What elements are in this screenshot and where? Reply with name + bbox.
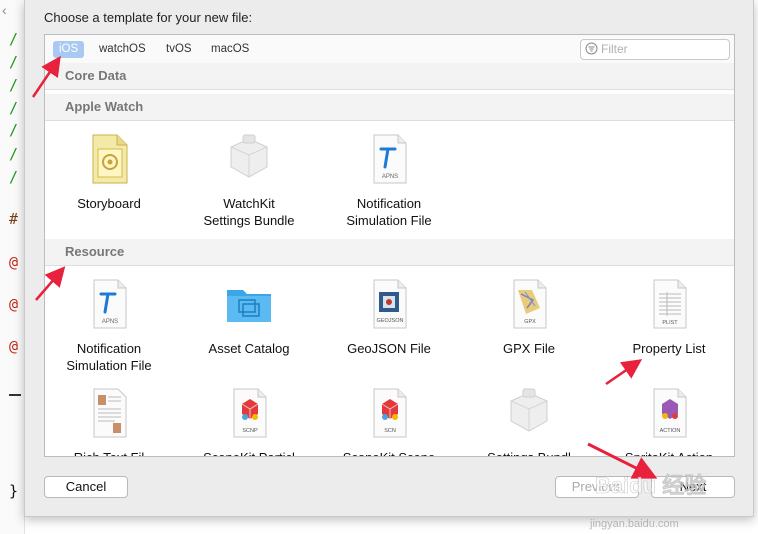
svg-text:SCN: SCN — [384, 428, 396, 434]
svg-text:PLIST: PLIST — [662, 320, 678, 326]
code-directive: @ — [9, 295, 19, 313]
template-label: Storyboard — [77, 196, 141, 211]
dialog-title: Choose a template for your new file: — [44, 10, 253, 25]
template-spritekit-action[interactable]: ACTION SpriteKit Action — [599, 387, 734, 456]
template-settings-bundle[interactable]: Settings Bundl — [459, 387, 599, 456]
code-comment: / — [9, 30, 19, 48]
template-label: GPX File — [502, 341, 555, 356]
next-button[interactable]: Next — [651, 476, 735, 498]
code-comment: / — [9, 76, 19, 94]
code-comment: / — [9, 168, 19, 186]
template-label-truncated: Rich Text Fil — [45, 449, 179, 456]
code-comment: / — [9, 121, 19, 139]
cancel-button[interactable]: Cancel — [44, 476, 128, 498]
template-scenekit-scene[interactable]: SCN SceneKit Scene — [319, 387, 459, 456]
code-separator — [9, 394, 21, 396]
scnp-file-icon: SCNP — [233, 388, 267, 438]
code-comment: / — [9, 99, 19, 117]
code-brace: } — [9, 482, 19, 500]
scn-file-icon: SCN — [373, 388, 407, 438]
geojson-file-icon: GEOJSON — [373, 279, 407, 329]
template-label: Notification Simulation File — [66, 341, 152, 373]
watchkit-bundle-icon — [230, 134, 268, 178]
template-label: Asset Catalog — [208, 341, 290, 356]
tab-ios[interactable]: iOS — [53, 41, 85, 58]
svg-text:SCNP: SCNP — [242, 428, 258, 434]
section-apple-watch: Apple Watch — [45, 94, 734, 121]
svg-text:jingyan.baidu.com: jingyan.baidu.com — [589, 518, 679, 530]
section-label: Apple Watch — [65, 99, 144, 114]
section-label: Core Data — [65, 68, 127, 83]
code-editor-background: ‹ / / / / / / / # @ @ @ } — [0, 0, 25, 534]
template-notification-simulation[interactable]: APNS Notification Simulation File — [45, 278, 179, 378]
section-label: Resource — [65, 244, 125, 259]
action-file-icon: ACTION — [653, 388, 687, 438]
svg-text:GEOJSON: GEOJSON — [377, 318, 404, 324]
template-label: Notification Simulation File — [346, 196, 432, 228]
code-import: # — [9, 210, 19, 228]
back-chevron-icon: ‹ — [2, 2, 7, 18]
template-rich-text-file[interactable]: Rich Text Fil — [45, 387, 179, 456]
template-watchkit-settings-bundle[interactable]: WatchKit Settings Bundle — [179, 133, 319, 233]
template-property-list[interactable]: PLIST Property List — [599, 278, 734, 378]
template-label: GeoJSON File — [347, 341, 431, 356]
template-gpx-file[interactable]: GPX GPX File — [459, 278, 599, 378]
template-label-truncated: SpriteKit Action — [599, 449, 734, 456]
plist-file-icon: PLIST — [653, 279, 687, 329]
apns-file-icon: APNS — [373, 134, 407, 184]
apns-file-icon: APNS — [93, 279, 127, 329]
storyboard-icon — [92, 134, 128, 184]
template-label-truncated: SceneKit Particl — [179, 449, 319, 456]
code-comment: / — [9, 145, 19, 163]
platform-toolbar: iOS watchOS tvOS macOS — [45, 35, 734, 64]
settings-bundle-icon — [510, 388, 548, 432]
code-directive: @ — [9, 337, 19, 355]
template-panel: iOS watchOS tvOS macOS Core Data Apple W… — [44, 34, 735, 457]
tab-macos[interactable]: macOS — [205, 41, 255, 58]
template-chooser-sheet: Choose a template for your new file: iOS… — [24, 0, 754, 517]
filter-field[interactable] — [580, 39, 730, 60]
tab-watchos[interactable]: watchOS — [93, 41, 152, 58]
template-asset-catalog[interactable]: Asset Catalog — [179, 278, 319, 378]
section-resource: Resource — [45, 239, 734, 266]
template-storyboard[interactable]: Storyboard — [45, 133, 179, 233]
svg-text:APNS: APNS — [382, 174, 398, 180]
template-label: WatchKit Settings Bundle — [203, 196, 295, 228]
svg-text:GPX: GPX — [524, 319, 536, 325]
template-notification-simulation-watch[interactable]: APNS Notification Simulation File — [319, 133, 459, 233]
tab-tvos[interactable]: tvOS — [160, 41, 198, 58]
template-geojson-file[interactable]: GEOJSON GeoJSON File — [319, 278, 459, 378]
section-core-data: Core Data — [45, 63, 734, 90]
folder-icon — [227, 290, 271, 322]
template-label-truncated: Settings Bundl — [459, 449, 599, 456]
template-label: Property List — [632, 341, 706, 356]
svg-text:ACTION: ACTION — [660, 428, 681, 434]
template-label-truncated: SceneKit Scene — [319, 449, 459, 456]
code-comment: / — [9, 53, 19, 71]
filter-icon — [585, 42, 598, 55]
svg-text:APNS: APNS — [102, 319, 118, 325]
gpx-file-icon: GPX — [513, 279, 547, 329]
rtf-file-icon — [93, 388, 127, 438]
previous-button[interactable]: Previous — [555, 476, 639, 498]
code-directive: @ — [9, 253, 19, 271]
template-scenekit-particle[interactable]: SCNP SceneKit Particl — [179, 387, 319, 456]
filter-input[interactable] — [601, 41, 721, 57]
